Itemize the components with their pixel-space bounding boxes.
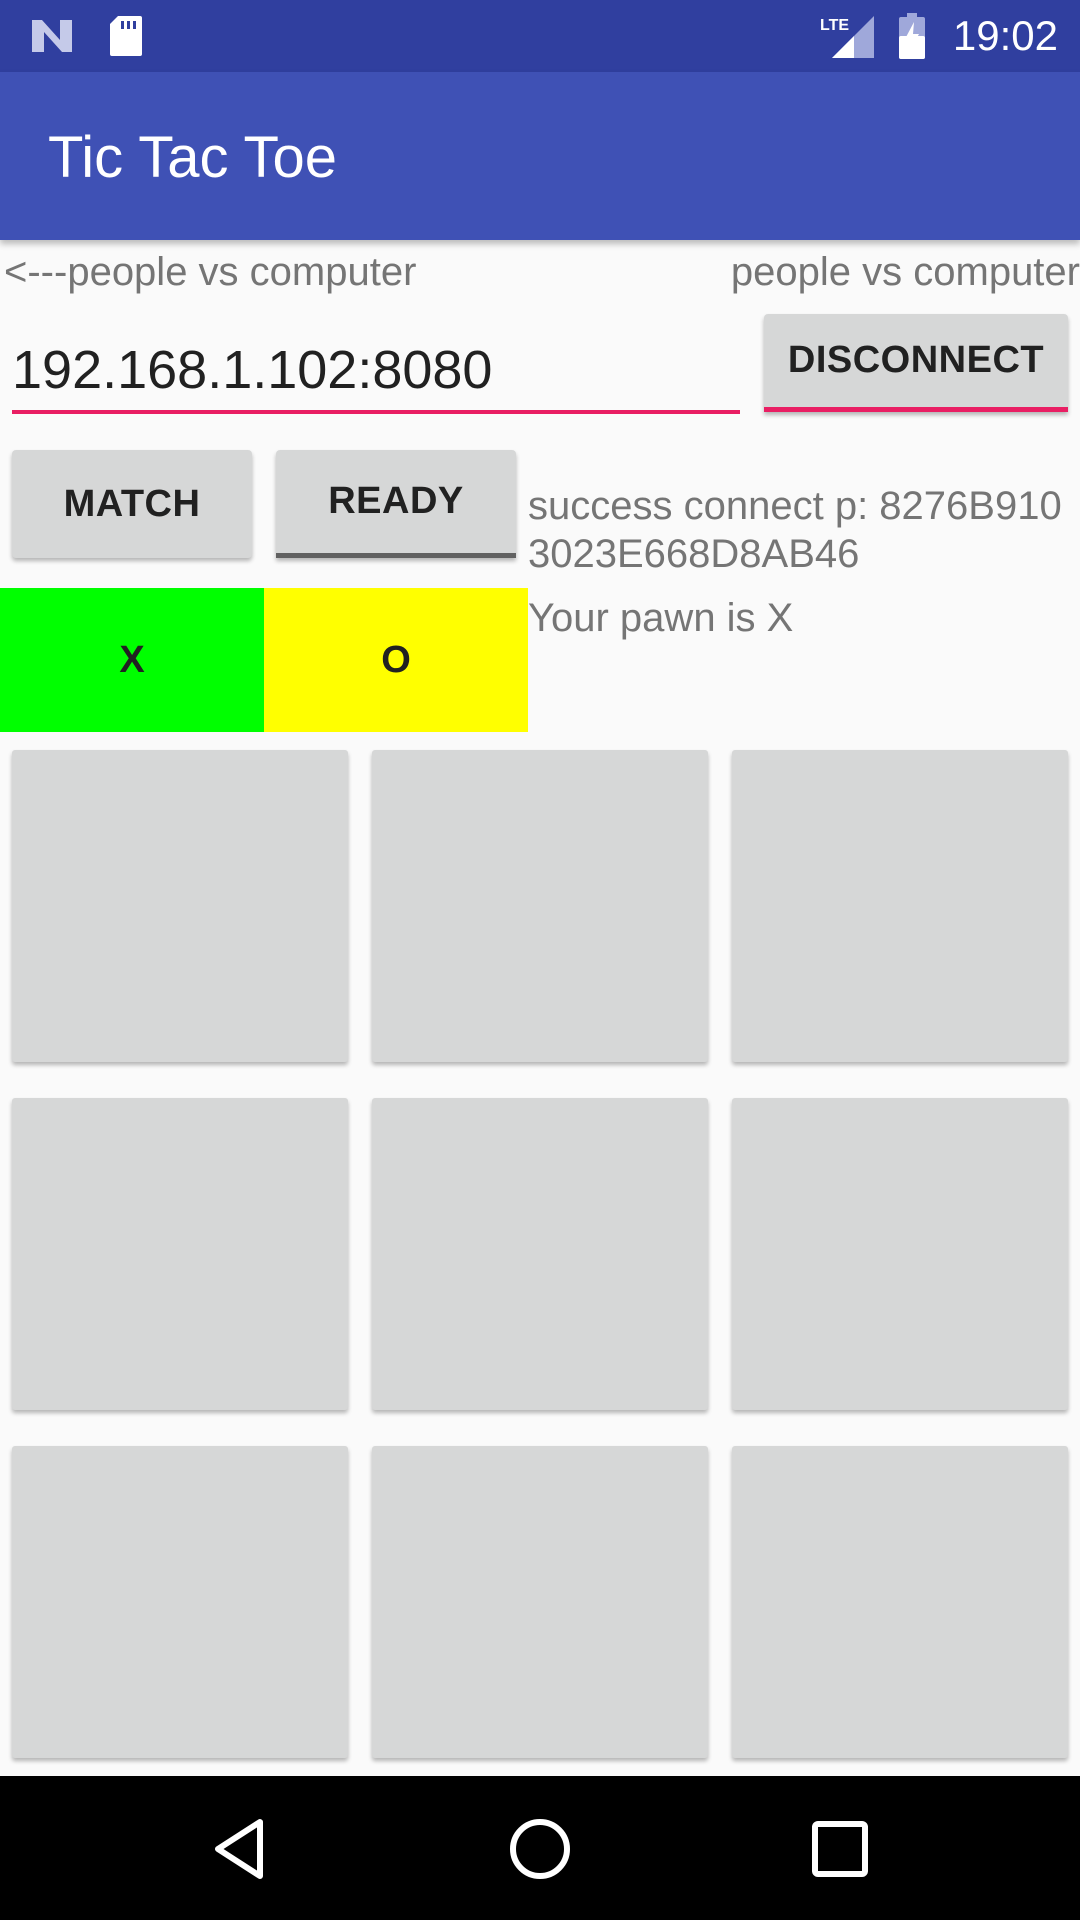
battery-charging-icon	[899, 13, 925, 59]
recents-icon[interactable]	[805, 1814, 875, 1884]
connection-status-text: success connect p: 8276B9103023E668D8AB4…	[528, 484, 1062, 576]
pawn-status-text: Your pawn is X	[528, 596, 794, 640]
board-cell-1[interactable]	[12, 750, 348, 1062]
mode-previous-label[interactable]: <---people vs computer	[4, 248, 416, 296]
ready-button[interactable]: READY	[276, 450, 516, 558]
svg-text:LTE: LTE	[820, 17, 849, 34]
board-cell-6[interactable]	[732, 1098, 1068, 1410]
back-icon[interactable]	[206, 1814, 276, 1884]
app-bar: Tic Tac Toe	[0, 72, 1080, 240]
status-bar: LTE 19:02	[0, 0, 1080, 72]
pawn-x-button[interactable]: X	[0, 588, 264, 732]
sd-card-icon	[110, 16, 142, 56]
board-cell-9[interactable]	[732, 1446, 1068, 1758]
app-title: Tic Tac Toe	[48, 125, 338, 190]
home-icon[interactable]	[505, 1814, 575, 1884]
clock: 19:02	[952, 12, 1058, 59]
notification-n-icon	[32, 20, 72, 52]
board-cell-5[interactable]	[372, 1098, 708, 1410]
pawn-o-button[interactable]: O	[264, 588, 528, 732]
board-cell-8[interactable]	[372, 1446, 708, 1758]
disconnect-button[interactable]: DISCONNECT	[764, 314, 1068, 412]
match-button[interactable]: MATCH	[12, 450, 252, 558]
board-cell-2[interactable]	[372, 750, 708, 1062]
mode-current-label[interactable]: people vs computer	[731, 248, 1080, 296]
board-cell-3[interactable]	[732, 750, 1068, 1062]
board-cell-7[interactable]	[12, 1446, 348, 1758]
lte-signal-icon: LTE	[820, 16, 874, 58]
server-address-input[interactable]	[12, 330, 740, 414]
board-cell-4[interactable]	[12, 1098, 348, 1410]
navigation-bar	[0, 1776, 1080, 1920]
